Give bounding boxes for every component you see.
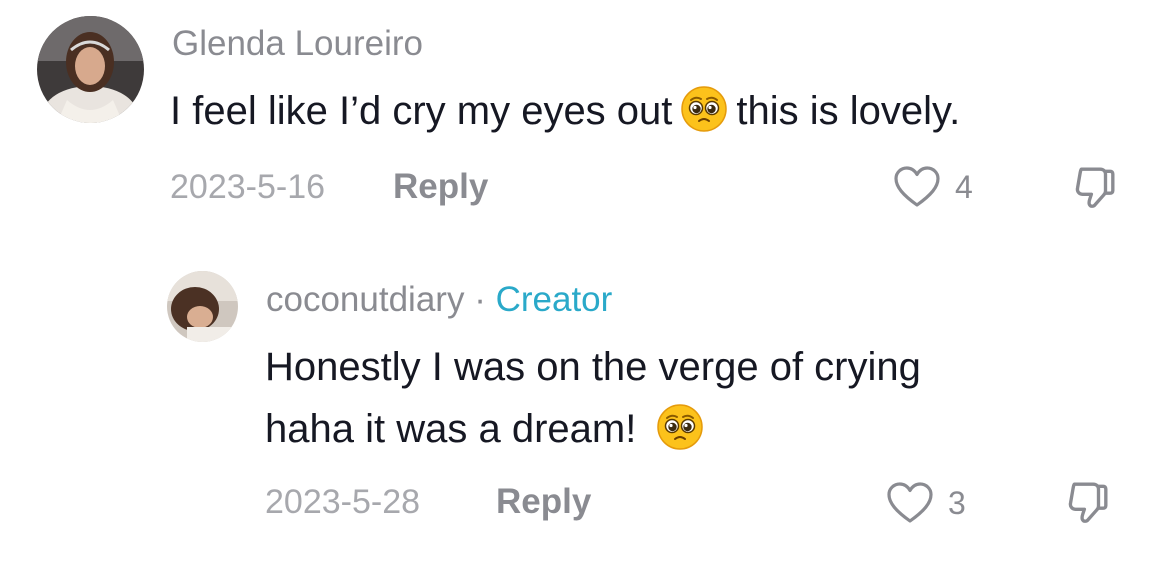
thumbs-down-icon: [1073, 165, 1115, 211]
comment-text: I feel like I’d cry my eyes out this is l…: [170, 80, 960, 142]
comment-text-line: haha it was a dream!: [265, 398, 921, 460]
dislike-button[interactable]: [1066, 480, 1108, 526]
comment-date: 2023-5-28: [265, 483, 421, 521]
pleading-face-emoji-icon: [680, 85, 728, 133]
creator-badge: Creator: [495, 280, 613, 319]
heart-outline-icon: [886, 481, 934, 525]
like-button[interactable]: 3: [886, 480, 966, 526]
avatar[interactable]: [167, 271, 238, 342]
dislike-button[interactable]: [1073, 165, 1115, 211]
comment-date: 2023-5-16: [170, 168, 326, 206]
comment-text-part: I feel like I’d cry my eyes out: [170, 89, 673, 133]
comment-username-row: coconutdiary · Creator: [266, 280, 612, 320]
like-button[interactable]: 4: [893, 164, 973, 210]
reply-button[interactable]: Reply: [393, 167, 488, 207]
avatar[interactable]: [37, 16, 144, 123]
comment-username[interactable]: Glenda Loureiro: [172, 24, 423, 64]
comment-text-line: Honestly I was on the verge of crying: [265, 345, 921, 389]
pleading-face-emoji-icon: [656, 403, 704, 451]
comment-text-part: this is lovely.: [736, 89, 961, 133]
thumbs-down-icon: [1066, 480, 1108, 526]
like-count: 3: [948, 484, 966, 521]
comment-username[interactable]: coconutdiary: [266, 280, 464, 319]
separator-dot: ·: [474, 280, 486, 319]
comment-text: Honestly I was on the verge of crying ha…: [265, 336, 921, 460]
reply-button[interactable]: Reply: [496, 482, 591, 522]
heart-outline-icon: [893, 165, 941, 209]
comment-text-part: haha it was a dream!: [265, 407, 637, 451]
comments-section: Glenda Loureiro I feel like I’d cry my e…: [0, 0, 1170, 575]
like-count: 4: [955, 168, 973, 205]
